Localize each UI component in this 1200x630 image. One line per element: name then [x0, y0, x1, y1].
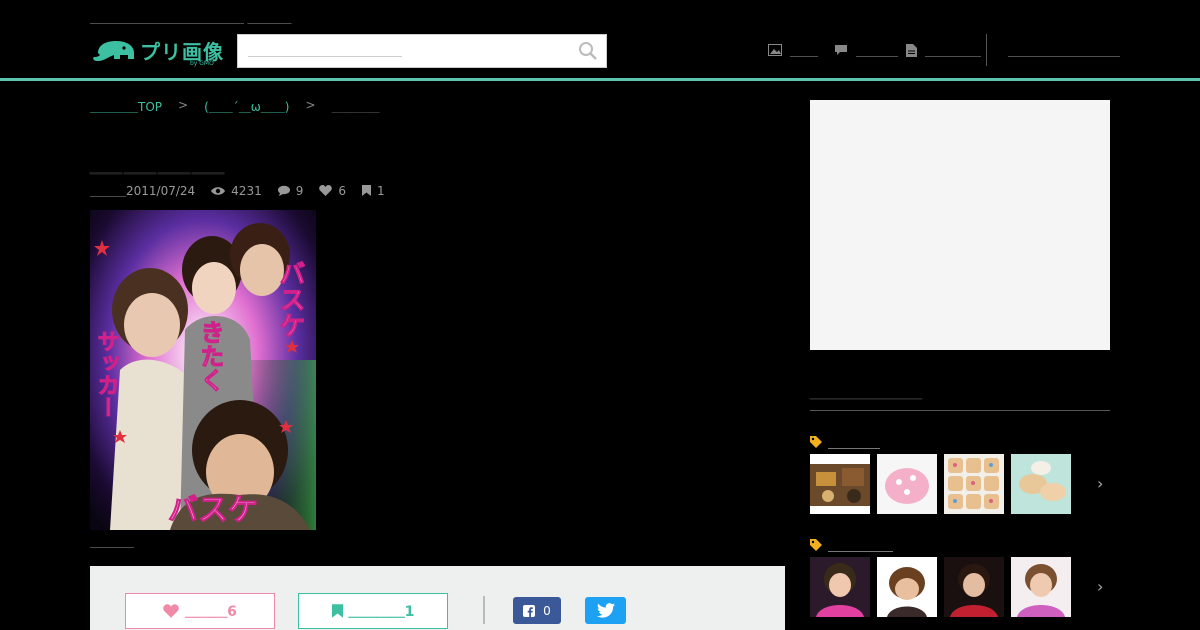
nav-item-comments[interactable]: ＿＿＿	[834, 40, 898, 60]
post-meta: ＿＿＿2011/07/24 4231 9 6 1	[90, 182, 401, 199]
site-header: ＿＿＿＿＿＿＿＿＿＿＿＿＿＿ ＿＿＿＿ プリ画像 by GMO ＿＿ ＿＿＿ ＿…	[0, 0, 1200, 78]
header-divider	[0, 78, 1200, 81]
thumbnail[interactable]	[1011, 557, 1071, 617]
like-button[interactable]: ＿＿＿6	[125, 593, 275, 629]
photo-text-2: きたく	[196, 320, 224, 392]
nav-item-register[interactable]: ＿＿＿＿	[1064, 40, 1120, 60]
photo-text-3: サッカー	[94, 330, 119, 418]
purikura-photo[interactable]: バスケ きたく サッカー バスケ	[90, 210, 316, 530]
tag-icon	[810, 435, 822, 448]
breadcrumb-separator: >	[178, 98, 189, 112]
ad-banner[interactable]	[810, 100, 1110, 350]
bookmark-icon	[331, 604, 343, 618]
document-icon	[906, 43, 917, 57]
search-input[interactable]	[238, 35, 568, 67]
site-tagline: ＿＿＿＿＿＿＿＿＿＿＿＿＿＿ ＿＿＿＿	[90, 12, 292, 25]
comment-icon	[835, 45, 847, 55]
search-box	[237, 34, 607, 68]
nav-item-documents[interactable]: ＿＿＿＿	[906, 40, 981, 60]
twitter-share-button[interactable]	[585, 597, 626, 624]
facebook-share-button[interactable]: 0	[513, 597, 561, 624]
thumbnail[interactable]	[1011, 454, 1071, 514]
heart-icon	[163, 604, 179, 618]
facebook-share-count: 0	[543, 603, 551, 618]
nav-divider	[986, 34, 987, 66]
breadcrumb: ＿＿＿＿TOP > (＿＿´＿ω＿＿) > ＿＿＿＿	[90, 98, 380, 115]
tag-icon	[810, 538, 822, 551]
chevron-right-icon[interactable]: ›	[1097, 474, 1103, 493]
nav-label-comments: ＿＿＿	[856, 43, 898, 59]
breadcrumb-category-link[interactable]: (＿＿´＿ω＿＿)	[204, 98, 289, 115]
sidebar-tag-label: ＿＿＿＿＿	[828, 539, 894, 554]
thumbnail[interactable]	[944, 454, 1004, 514]
bookmark-icon	[362, 185, 371, 196]
page-title: ＿＿＿＿	[90, 140, 227, 178]
nav-label-documents: ＿＿＿＿	[925, 43, 981, 59]
elephant-logo-icon	[93, 40, 134, 61]
sidebar-title: ＿＿＿＿＿＿＿	[810, 382, 923, 401]
post-date: ＿＿＿2011/07/24	[90, 184, 196, 198]
thumbnail[interactable]	[810, 557, 870, 617]
photo-caption: ＿＿＿＿	[90, 536, 134, 549]
sidebar-tag-label: ＿＿＿＿	[828, 436, 881, 451]
bookmark-count: 1	[362, 184, 385, 198]
like-count: 6	[319, 184, 346, 198]
photo-text-4: バスケ	[168, 493, 258, 528]
photo-text-1: バスケ	[275, 260, 305, 338]
photo-image: バスケ きたく サッカー バスケ	[90, 210, 316, 530]
comment-count: 9	[277, 183, 304, 198]
sidebar-tag-1[interactable]: ＿＿＿＿	[810, 432, 880, 451]
chevron-right-icon[interactable]: ›	[1097, 577, 1103, 596]
like-button-label: ＿＿＿6	[185, 604, 237, 620]
breadcrumb-separator: >	[305, 98, 316, 112]
nav-item-images[interactable]: ＿＿	[768, 40, 818, 60]
comment-count-value: 9	[295, 183, 304, 198]
favorite-button-label: ＿＿＿＿1	[348, 604, 415, 620]
thumbnail[interactable]	[944, 557, 1004, 617]
thumbnail[interactable]	[810, 454, 870, 514]
thumbnail[interactable]	[877, 557, 937, 617]
nav-item-login[interactable]: ＿＿＿＿	[1008, 40, 1064, 60]
nav-label-login: ＿＿＿＿	[1008, 43, 1064, 59]
thumbnail[interactable]	[877, 454, 937, 514]
nav-label-images: ＿＿	[790, 43, 818, 59]
eye-icon	[211, 186, 226, 195]
sidebar-divider	[810, 410, 1110, 411]
action-divider	[483, 596, 485, 624]
favorite-button[interactable]: ＿＿＿＿1	[298, 593, 448, 629]
nav-label-register: ＿＿＿＿	[1064, 43, 1120, 59]
image-icon	[768, 44, 782, 56]
facebook-icon	[523, 604, 536, 617]
action-bar: ＿＿＿6 ＿＿＿＿1 0	[90, 566, 785, 630]
breadcrumb-current: ＿＿＿＿	[331, 100, 380, 114]
logo-sub: by GMO	[190, 60, 214, 67]
twitter-icon	[596, 603, 615, 618]
view-count-value: 4231	[231, 183, 262, 198]
heart-icon	[319, 185, 333, 196]
like-count-value: 6	[338, 183, 346, 198]
bookmark-count-value: 1	[377, 183, 385, 198]
sidebar-thumb-row-2	[810, 557, 1071, 617]
sidebar-thumb-row-1	[810, 454, 1071, 514]
search-icon[interactable]	[578, 41, 598, 61]
view-count: 4231	[211, 184, 262, 198]
sidebar-tag-2[interactable]: ＿＿＿＿＿	[810, 535, 893, 554]
breadcrumb-top-link[interactable]: ＿＿＿＿TOP	[90, 98, 162, 115]
comment-icon	[277, 185, 290, 196]
